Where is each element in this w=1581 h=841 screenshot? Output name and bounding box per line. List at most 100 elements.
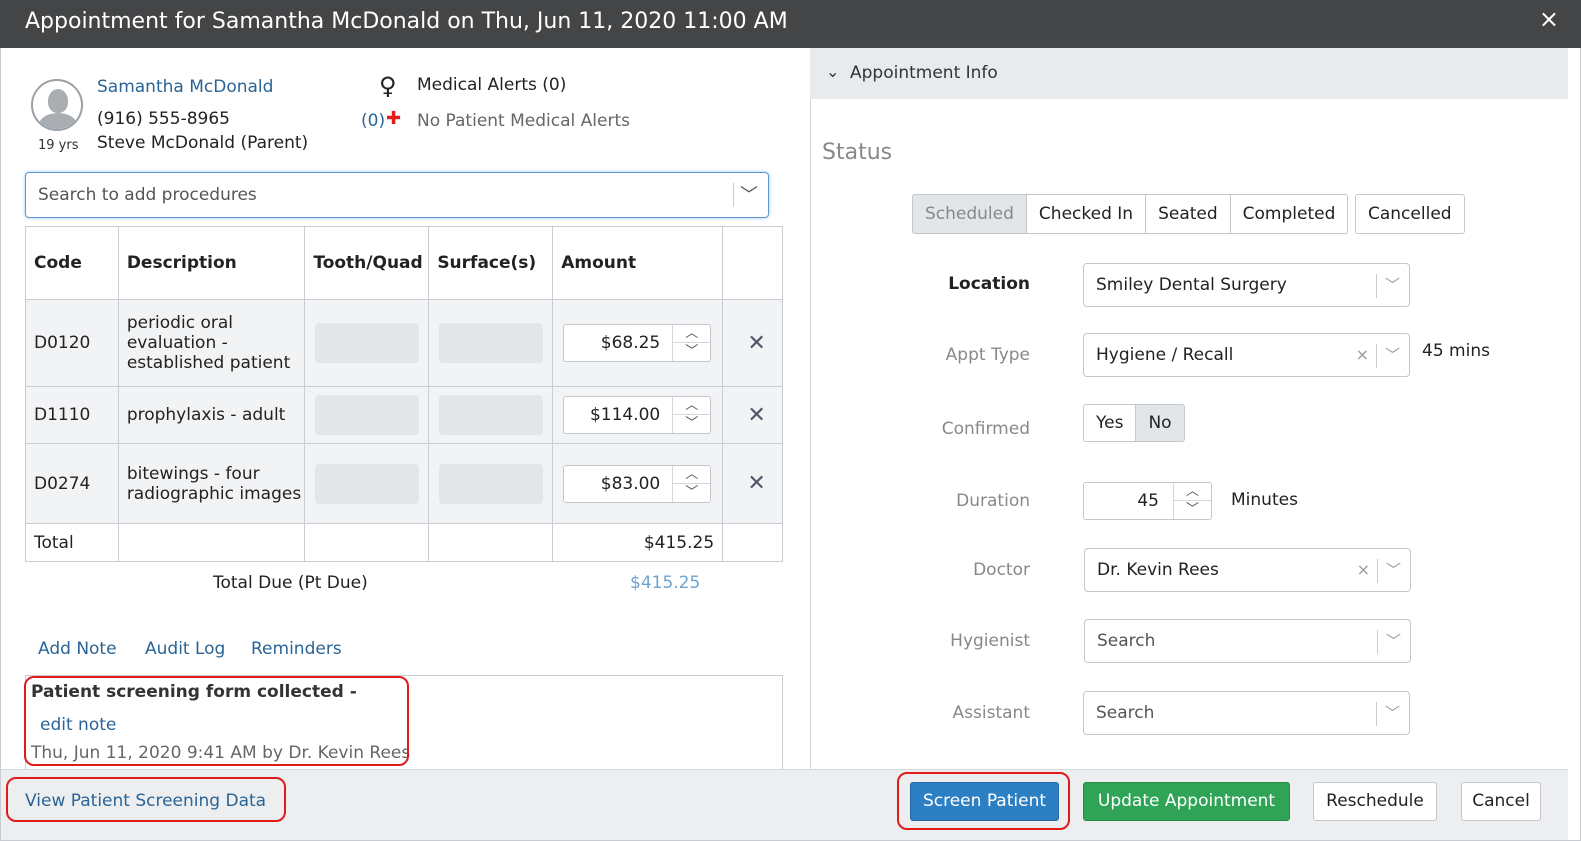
avatar [31, 79, 83, 131]
total-due-label: Total Due (Pt Due) [213, 573, 368, 593]
increment-icon[interactable]: ︿ [673, 397, 711, 415]
chevron-down-icon: ﹀ [1384, 704, 1400, 722]
amount-value: $83.00 [600, 473, 661, 494]
chevron-down-icon[interactable]: ﹀ [740, 181, 758, 207]
decrement-icon[interactable]: ﹀ [673, 343, 710, 361]
doctor-label: Doctor [973, 560, 1030, 580]
status-scheduled-button[interactable]: Scheduled [912, 194, 1027, 234]
column-header-tooth: Tooth/Quad [304, 226, 430, 300]
patient-name-link[interactable]: Samantha McDonald [97, 77, 273, 97]
edit-note-link[interactable]: edit note [40, 715, 116, 735]
procedures-table: Code Description Tooth/Quad Surface(s) A… [25, 226, 783, 562]
status-completed-button[interactable]: Completed [1229, 194, 1349, 234]
clear-icon[interactable]: × [1356, 345, 1369, 364]
remove-procedure-icon[interactable]: ✕ [722, 299, 783, 387]
hygienist-placeholder: Search [1097, 631, 1156, 651]
medical-alerts-title: Medical Alerts (0) [417, 75, 567, 95]
duration-stepper[interactable]: 45 ︿ ﹀ [1083, 482, 1212, 520]
doctor-select[interactable]: Dr. Kevin Rees × ﹀ [1084, 548, 1411, 592]
column-header-code: Code [25, 226, 119, 300]
increment-icon[interactable]: ︿ [673, 325, 711, 343]
reschedule-button[interactable]: Reschedule [1313, 782, 1437, 821]
appointment-info-label[interactable]: Appointment Info [850, 63, 998, 83]
tooth-quad-field[interactable] [315, 395, 420, 435]
tooth-quad-field[interactable] [315, 463, 420, 504]
chevron-down-icon: ﹀ [1384, 346, 1400, 364]
decrement-icon[interactable]: ﹀ [1174, 501, 1211, 519]
duration-label: Duration [956, 491, 1030, 511]
chevron-down-icon[interactable]: ⌄ [826, 62, 839, 81]
chevron-down-icon: ﹀ [1384, 276, 1400, 294]
add-note-link[interactable]: Add Note [38, 639, 117, 659]
surfaces-field[interactable] [439, 463, 544, 504]
total-label: Total [25, 523, 119, 562]
amount-value: $68.25 [600, 333, 661, 353]
table-row: D1110 prophylaxis - adult $114.00 ︿ ﹀ ✕ [25, 386, 783, 444]
title-bar: Appointment for Samantha McDonald on Thu… [0, 0, 1581, 48]
amount-stepper[interactable]: $68.25 ︿ ﹀ [563, 324, 712, 362]
appt-type-value: Hygiene / Recall [1096, 345, 1234, 365]
procedure-search-input[interactable] [38, 183, 718, 207]
assistant-select[interactable]: Search ﹀ [1083, 691, 1410, 735]
decrement-icon[interactable]: ﹀ [673, 415, 710, 433]
screen-patient-button[interactable]: Screen Patient [910, 782, 1059, 821]
close-icon[interactable]: × [1539, 5, 1559, 33]
procedure-code: D0120 [25, 299, 119, 387]
column-header-surfaces: Surface(s) [428, 226, 554, 300]
increment-icon[interactable]: ︿ [1174, 483, 1211, 501]
appt-type-label: Appt Type [945, 345, 1030, 365]
cancel-button[interactable]: Cancel [1461, 782, 1541, 821]
status-checked-in-button[interactable]: Checked In [1025, 194, 1147, 234]
duration-unit: Minutes [1231, 490, 1298, 510]
hygienist-select[interactable]: Search ﹀ [1084, 619, 1411, 663]
status-button-group: Scheduled Checked In Seated Completed [912, 194, 1349, 234]
duration-value: 45 [1137, 491, 1159, 511]
confirmed-label: Confirmed [941, 419, 1030, 439]
view-screening-data-link[interactable]: View Patient Screening Data [25, 791, 266, 811]
clear-icon[interactable]: × [1357, 560, 1370, 579]
assistant-label: Assistant [952, 703, 1030, 723]
update-appointment-button[interactable]: Update Appointment [1083, 782, 1290, 821]
reminders-link[interactable]: Reminders [251, 639, 342, 659]
procedure-code: D0274 [25, 443, 119, 524]
procedure-description: prophylaxis - adult [117, 386, 306, 444]
procedure-code: D1110 [25, 386, 119, 444]
medical-cross-icon: ✚ [386, 108, 402, 129]
surfaces-field[interactable] [439, 323, 544, 363]
table-header-row: Code Description Tooth/Quad Surface(s) A… [25, 226, 783, 300]
procedure-description: bitewings - four radiographic images [117, 443, 306, 524]
procedure-search-select[interactable]: ﹀ [25, 172, 769, 218]
surfaces-field[interactable] [439, 395, 544, 435]
decrement-icon[interactable]: ﹀ [673, 484, 710, 502]
increment-icon[interactable]: ︿ [673, 466, 711, 484]
window-title: Appointment for Samantha McDonald on Thu… [25, 9, 788, 34]
confirmed-no-button[interactable]: No [1135, 404, 1185, 442]
audit-log-link[interactable]: Audit Log [145, 639, 225, 659]
patient-guardian: Steve McDonald (Parent) [97, 133, 309, 153]
remove-procedure-icon[interactable]: ✕ [722, 443, 783, 524]
procedure-description: periodic oral evaluation - established p… [117, 299, 306, 387]
column-header-description: Description [117, 226, 306, 300]
location-label: Location [948, 274, 1030, 294]
medical-alerts-none: No Patient Medical Alerts [417, 111, 630, 131]
medical-alerts-count-link[interactable]: (0) [361, 111, 385, 131]
table-total-row: Total $415.25 [25, 523, 783, 562]
amount-stepper[interactable]: $114.00 ︿ ﹀ [563, 396, 712, 434]
table-row: D0274 bitewings - four radiographic imag… [25, 443, 783, 524]
amount-stepper[interactable]: $83.00 ︿ ﹀ [563, 464, 712, 503]
tooth-quad-field[interactable] [315, 323, 420, 363]
status-seated-button[interactable]: Seated [1145, 194, 1231, 234]
chevron-down-icon: ﹀ [1385, 561, 1401, 579]
note-meta: Thu, Jun 11, 2020 9:41 AM by Dr. Kevin R… [31, 743, 411, 763]
status-cancelled-button[interactable]: Cancelled [1355, 194, 1465, 234]
confirmed-yes-button[interactable]: Yes [1083, 404, 1137, 442]
appt-type-select[interactable]: Hygiene / Recall × ﹀ [1083, 333, 1410, 377]
doctor-value: Dr. Kevin Rees [1097, 560, 1219, 580]
appt-type-duration: 45 mins [1422, 341, 1490, 361]
total-due-value: $415.25 [630, 573, 701, 593]
hygienist-label: Hygienist [950, 631, 1030, 651]
patient-age: 19 yrs [38, 138, 79, 153]
column-header-amount: Amount [552, 226, 724, 300]
location-select[interactable]: Smiley Dental Surgery ﹀ [1083, 263, 1410, 307]
remove-procedure-icon[interactable]: ✕ [722, 386, 783, 444]
